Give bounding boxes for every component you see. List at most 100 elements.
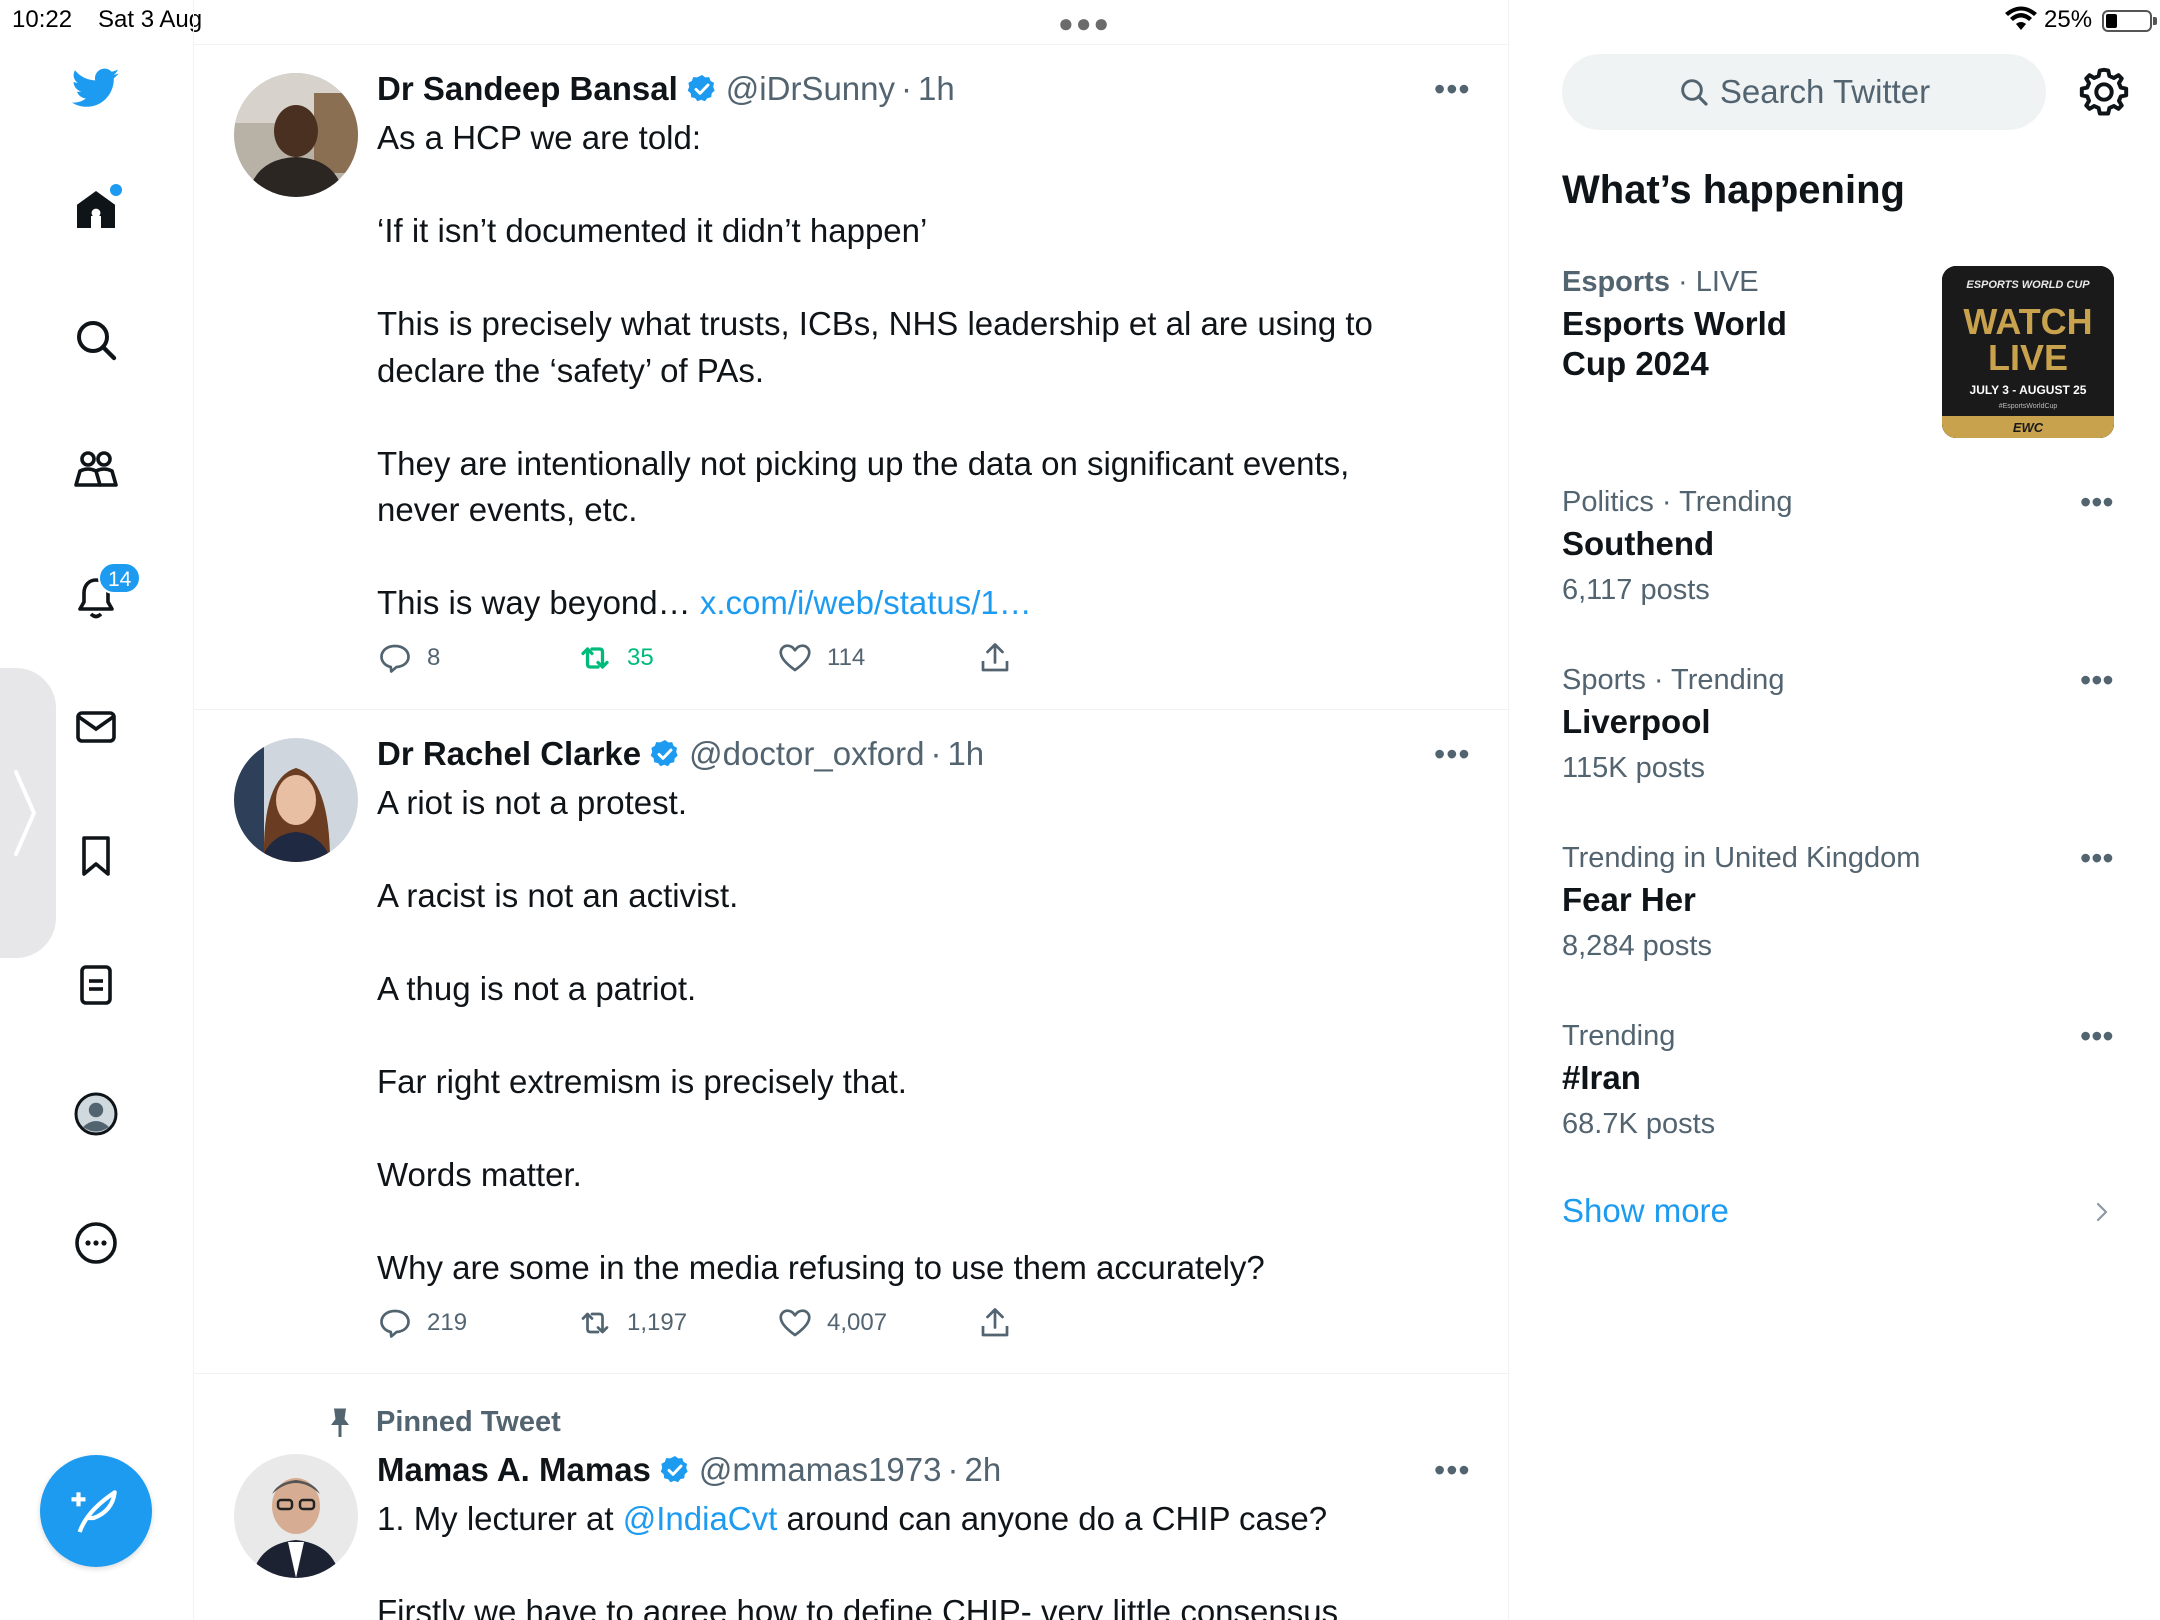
pinned-indicator: Pinned Tweet xyxy=(322,1402,561,1442)
tweet[interactable]: Dr Rachel Clarke @doctor_oxford · 1h •••… xyxy=(194,710,1510,1374)
right-sidebar: Search Twitter What’s happening Esports … xyxy=(1510,40,2160,1620)
messages-icon[interactable] xyxy=(62,693,130,761)
trend-meta: Politics · Trending xyxy=(1562,486,1793,518)
share-icon xyxy=(981,1308,1009,1337)
trend-more-icon[interactable]: ••• xyxy=(2080,840,2114,877)
share-button[interactable] xyxy=(977,1303,1027,1343)
avatar[interactable] xyxy=(234,1454,358,1578)
tweet-text-continued: Firstly we have to agree how to define C… xyxy=(377,1593,1339,1620)
retweet-icon xyxy=(581,1312,609,1334)
profile-icon[interactable] xyxy=(62,1080,130,1148)
home-icon[interactable] xyxy=(62,176,130,244)
tweet-header: Mamas A. Mamas @mmamas1973 · 2h xyxy=(377,1451,1002,1489)
tweet-more-icon[interactable]: ••• xyxy=(1434,71,1471,108)
tweet[interactable]: Dr Sandeep Bansal @iDrSunny · 1h ••• As … xyxy=(194,45,1510,710)
trend-item[interactable]: Sports · Trending Liverpool 115K posts xyxy=(1562,660,2122,788)
notifications-icon[interactable]: 14 xyxy=(62,562,142,632)
retweet-count: 1,197 xyxy=(627,1309,688,1336)
like-count: 114 xyxy=(827,644,866,671)
trend-count: 68.7K posts xyxy=(1562,1108,1716,1140)
share-button[interactable] xyxy=(977,638,1027,678)
notifications-badge: 14 xyxy=(98,562,142,594)
compose-tweet-button[interactable] xyxy=(40,1455,152,1567)
retweet-count: 35 xyxy=(627,644,654,671)
trend-item[interactable]: Politics · Trending Southend 6,117 posts xyxy=(1562,482,2122,610)
communities-icon[interactable] xyxy=(62,435,130,503)
chevron-right-icon xyxy=(14,770,36,856)
tweet-text-lines: As a HCP we are told: ‘If it isn’t docum… xyxy=(377,119,1373,528)
section-title: What’s happening xyxy=(1562,168,1905,212)
esports-world-cup-image[interactable]: ESPORTS WORLD CUP WATCH LIVE JULY 3 - AU… xyxy=(1942,266,2114,438)
show-more-link[interactable]: Show more xyxy=(1562,1192,1729,1230)
image-watch-text: WATCH xyxy=(1963,301,2092,342)
timeline: Dr Sandeep Bansal @iDrSunny · 1h ••• As … xyxy=(193,0,1510,1620)
battery-level xyxy=(2106,14,2117,28)
tweet-actions: 8 35 114 xyxy=(377,638,1077,678)
tweet-text: 1. My lecturer at @IndiaCvt around can a… xyxy=(377,1496,1437,1543)
reply-count: 219 xyxy=(427,1309,468,1336)
trend-meta: Sports · Trending xyxy=(1562,664,1785,696)
lists-icon[interactable] xyxy=(62,951,130,1019)
twitter-logo-icon[interactable] xyxy=(62,54,130,122)
heart-icon xyxy=(779,1309,811,1337)
tweet-more-icon[interactable]: ••• xyxy=(1434,736,1471,773)
avatar[interactable] xyxy=(234,73,358,197)
trend-title: Fear Her xyxy=(1562,881,1696,918)
tweet-time[interactable]: 2h xyxy=(965,1451,1002,1489)
tweet-text-part: 1. My lecturer at xyxy=(377,1500,623,1537)
author-name[interactable]: Mamas A. Mamas xyxy=(377,1451,651,1489)
heart-icon xyxy=(779,644,811,672)
search-input[interactable]: Search Twitter xyxy=(1562,54,2046,130)
trend-more-icon[interactable]: ••• xyxy=(2080,484,2114,521)
search-placeholder: Search Twitter xyxy=(1719,73,1931,110)
explore-icon[interactable] xyxy=(62,306,130,374)
trend-count: 8,284 posts xyxy=(1562,930,1712,962)
author-name[interactable]: Dr Rachel Clarke xyxy=(377,735,641,773)
image-hashtag-text: #EsportsWorldCup xyxy=(1999,403,2058,410)
reply-icon xyxy=(380,1309,410,1338)
reply-button[interactable]: 219 xyxy=(377,1303,467,1343)
reply-button[interactable]: 8 xyxy=(377,638,440,678)
trend-more-icon[interactable]: ••• xyxy=(2080,1018,2114,1055)
tweet-link[interactable]: x.com/i/web/status/1… xyxy=(700,584,1032,621)
author-handle[interactable]: @doctor_oxford xyxy=(689,735,924,773)
like-button[interactable]: 4,007 xyxy=(777,1303,887,1343)
trend-count: 115K posts xyxy=(1562,752,1705,784)
retweet-button[interactable]: 1,197 xyxy=(577,1303,687,1343)
tweet-text-tail: This is way beyond… xyxy=(377,584,700,621)
like-button[interactable]: 114 xyxy=(777,638,865,678)
sidebar-handle[interactable] xyxy=(0,668,56,958)
more-icon[interactable] xyxy=(62,1209,130,1277)
image-dates-text: JULY 3 - AUGUST 25 xyxy=(1970,383,2087,397)
pinned-label: Pinned Tweet xyxy=(376,1405,561,1438)
tweet-text: A riot is not a protest. A racist is not… xyxy=(377,784,1265,1286)
battery-icon xyxy=(2102,10,2157,32)
trend-more-icon[interactable]: ••• xyxy=(2080,662,2114,699)
tweet[interactable]: Pinned Tweet Mamas A. Mamas @mmamas1973 … xyxy=(194,1374,1510,1620)
settings-gear-icon[interactable] xyxy=(2076,64,2132,120)
mention-link[interactable]: @IndiaCvt xyxy=(623,1500,778,1537)
tweet-time[interactable]: 1h xyxy=(918,70,955,108)
share-icon xyxy=(981,643,1009,672)
image-banner-text: EWC xyxy=(2013,420,2044,435)
status-date: Sat 3 Aug xyxy=(98,6,203,33)
battery-percentage: 25% xyxy=(2044,6,2093,33)
trend-item[interactable]: Trending #Iran 68.7K posts xyxy=(1562,1016,2122,1144)
retweet-icon xyxy=(581,647,609,669)
tweet-text-part: around can anyone do a CHIP case? xyxy=(777,1500,1328,1537)
bookmarks-icon[interactable] xyxy=(62,822,130,890)
tweet-more-icon[interactable]: ••• xyxy=(1434,1452,1471,1489)
tweet-actions: 219 1,197 4,007 xyxy=(377,1303,1077,1343)
trend-item[interactable]: Trending in United Kingdom Fear Her 8,28… xyxy=(1562,838,2122,966)
retweet-button[interactable]: 35 xyxy=(577,638,654,678)
verified-badge-icon xyxy=(650,740,678,767)
tweet-header: Dr Rachel Clarke @doctor_oxford · 1h xyxy=(377,735,985,773)
avatar[interactable] xyxy=(234,738,358,862)
author-handle[interactable]: @mmamas1973 xyxy=(699,1451,942,1489)
author-name[interactable]: Dr Sandeep Bansal xyxy=(377,70,678,108)
tweet-text: As a HCP we are told: ‘If it isn’t docum… xyxy=(377,115,1437,627)
reply-count: 8 xyxy=(427,644,441,671)
tweet-time[interactable]: 1h xyxy=(947,735,984,773)
chevron-right-icon[interactable] xyxy=(2088,1196,2116,1228)
author-handle[interactable]: @iDrSunny xyxy=(726,70,895,108)
